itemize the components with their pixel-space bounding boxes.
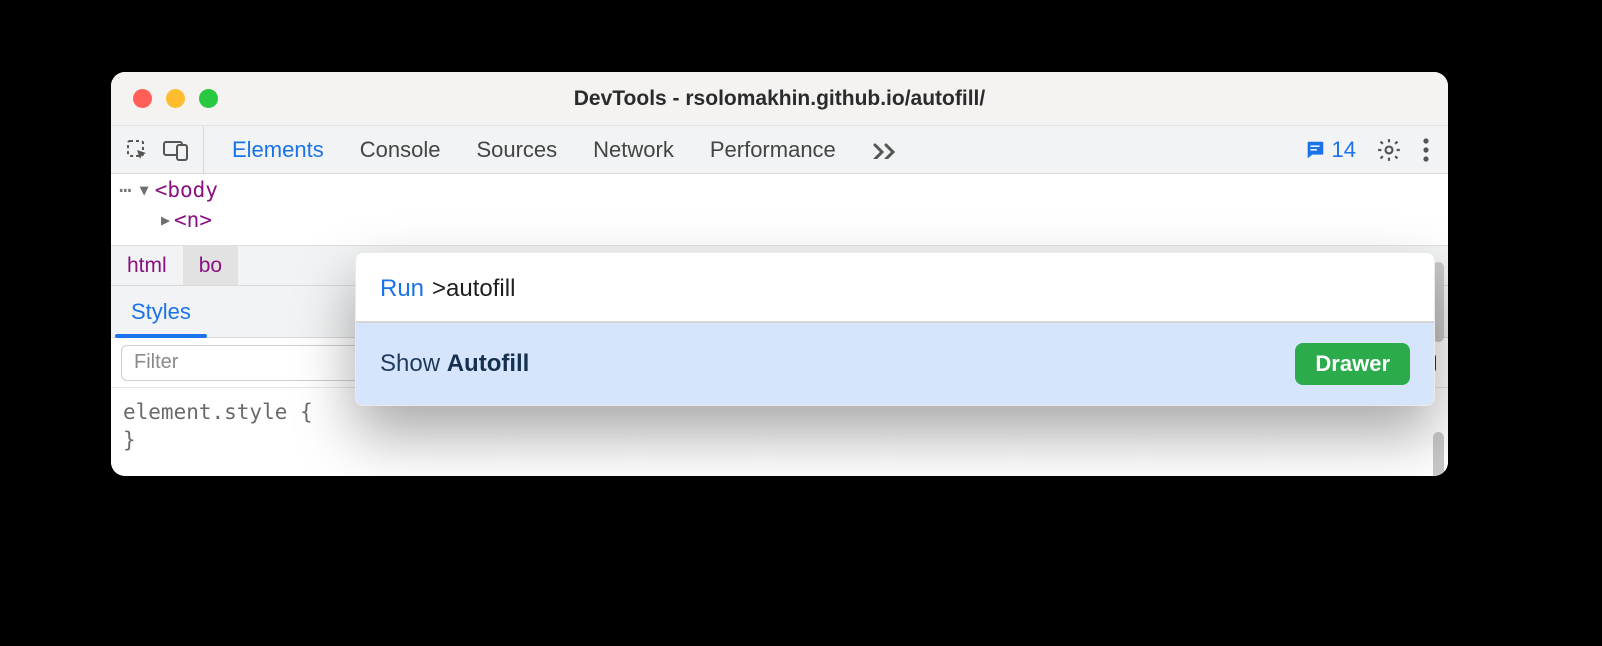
more-options-icon[interactable] bbox=[1422, 137, 1430, 163]
command-menu: Run >autofill Show Autofill Drawer bbox=[355, 252, 1435, 406]
dom-tag-body[interactable]: <body bbox=[155, 178, 218, 202]
command-result-badge: Drawer bbox=[1295, 343, 1410, 385]
command-run-label: Run bbox=[380, 275, 424, 303]
more-tabs-icon[interactable] bbox=[872, 141, 898, 159]
dom-tag-child[interactable]: <n> bbox=[174, 208, 212, 232]
expand-caret-icon[interactable]: ▼ bbox=[140, 181, 149, 199]
tab-sources[interactable]: Sources bbox=[476, 126, 557, 173]
close-window-button[interactable] bbox=[133, 89, 152, 108]
panel-tabs: Elements Console Sources Network Perform… bbox=[204, 126, 1304, 173]
tab-network[interactable]: Network bbox=[593, 126, 674, 173]
dom-overflow-ellipsis: ⋯ bbox=[119, 178, 134, 202]
command-result-autofill[interactable]: Show Autofill Drawer bbox=[356, 323, 1434, 405]
command-result-label: Show Autofill bbox=[380, 350, 529, 378]
maximize-window-button[interactable] bbox=[199, 89, 218, 108]
tab-elements[interactable]: Elements bbox=[232, 126, 324, 173]
inspect-element-icon[interactable] bbox=[125, 138, 149, 162]
tab-performance[interactable]: Performance bbox=[710, 126, 836, 173]
titlebar: DevTools - rsolomakhin.github.io/autofil… bbox=[111, 72, 1448, 126]
issues-counter[interactable]: 14 bbox=[1304, 137, 1356, 163]
devtools-window: DevTools - rsolomakhin.github.io/autofil… bbox=[111, 72, 1448, 476]
main-toolbar: Elements Console Sources Network Perform… bbox=[111, 126, 1448, 174]
breadcrumb-body[interactable]: bo bbox=[183, 246, 238, 285]
window-title: DevTools - rsolomakhin.github.io/autofil… bbox=[111, 87, 1448, 111]
breadcrumb-html[interactable]: html bbox=[111, 246, 183, 285]
expand-caret-icon[interactable]: ▶ bbox=[161, 211, 170, 229]
issues-icon bbox=[1304, 139, 1326, 161]
tab-console[interactable]: Console bbox=[360, 126, 441, 173]
minimize-window-button[interactable] bbox=[166, 89, 185, 108]
settings-icon[interactable] bbox=[1376, 137, 1402, 163]
subtab-styles[interactable]: Styles bbox=[111, 286, 211, 337]
toggle-device-toolbar-icon[interactable] bbox=[163, 139, 189, 161]
styles-code-line: } bbox=[123, 426, 1436, 454]
window-controls bbox=[111, 89, 218, 108]
scrollbar-thumb[interactable] bbox=[1433, 432, 1444, 476]
command-menu-input[interactable]: Run >autofill bbox=[356, 253, 1434, 323]
dom-tree[interactable]: ⋯ ▼ <body ▶ <n> bbox=[111, 174, 1448, 246]
issues-count: 14 bbox=[1332, 137, 1356, 163]
command-query-text: >autofill bbox=[432, 275, 515, 303]
